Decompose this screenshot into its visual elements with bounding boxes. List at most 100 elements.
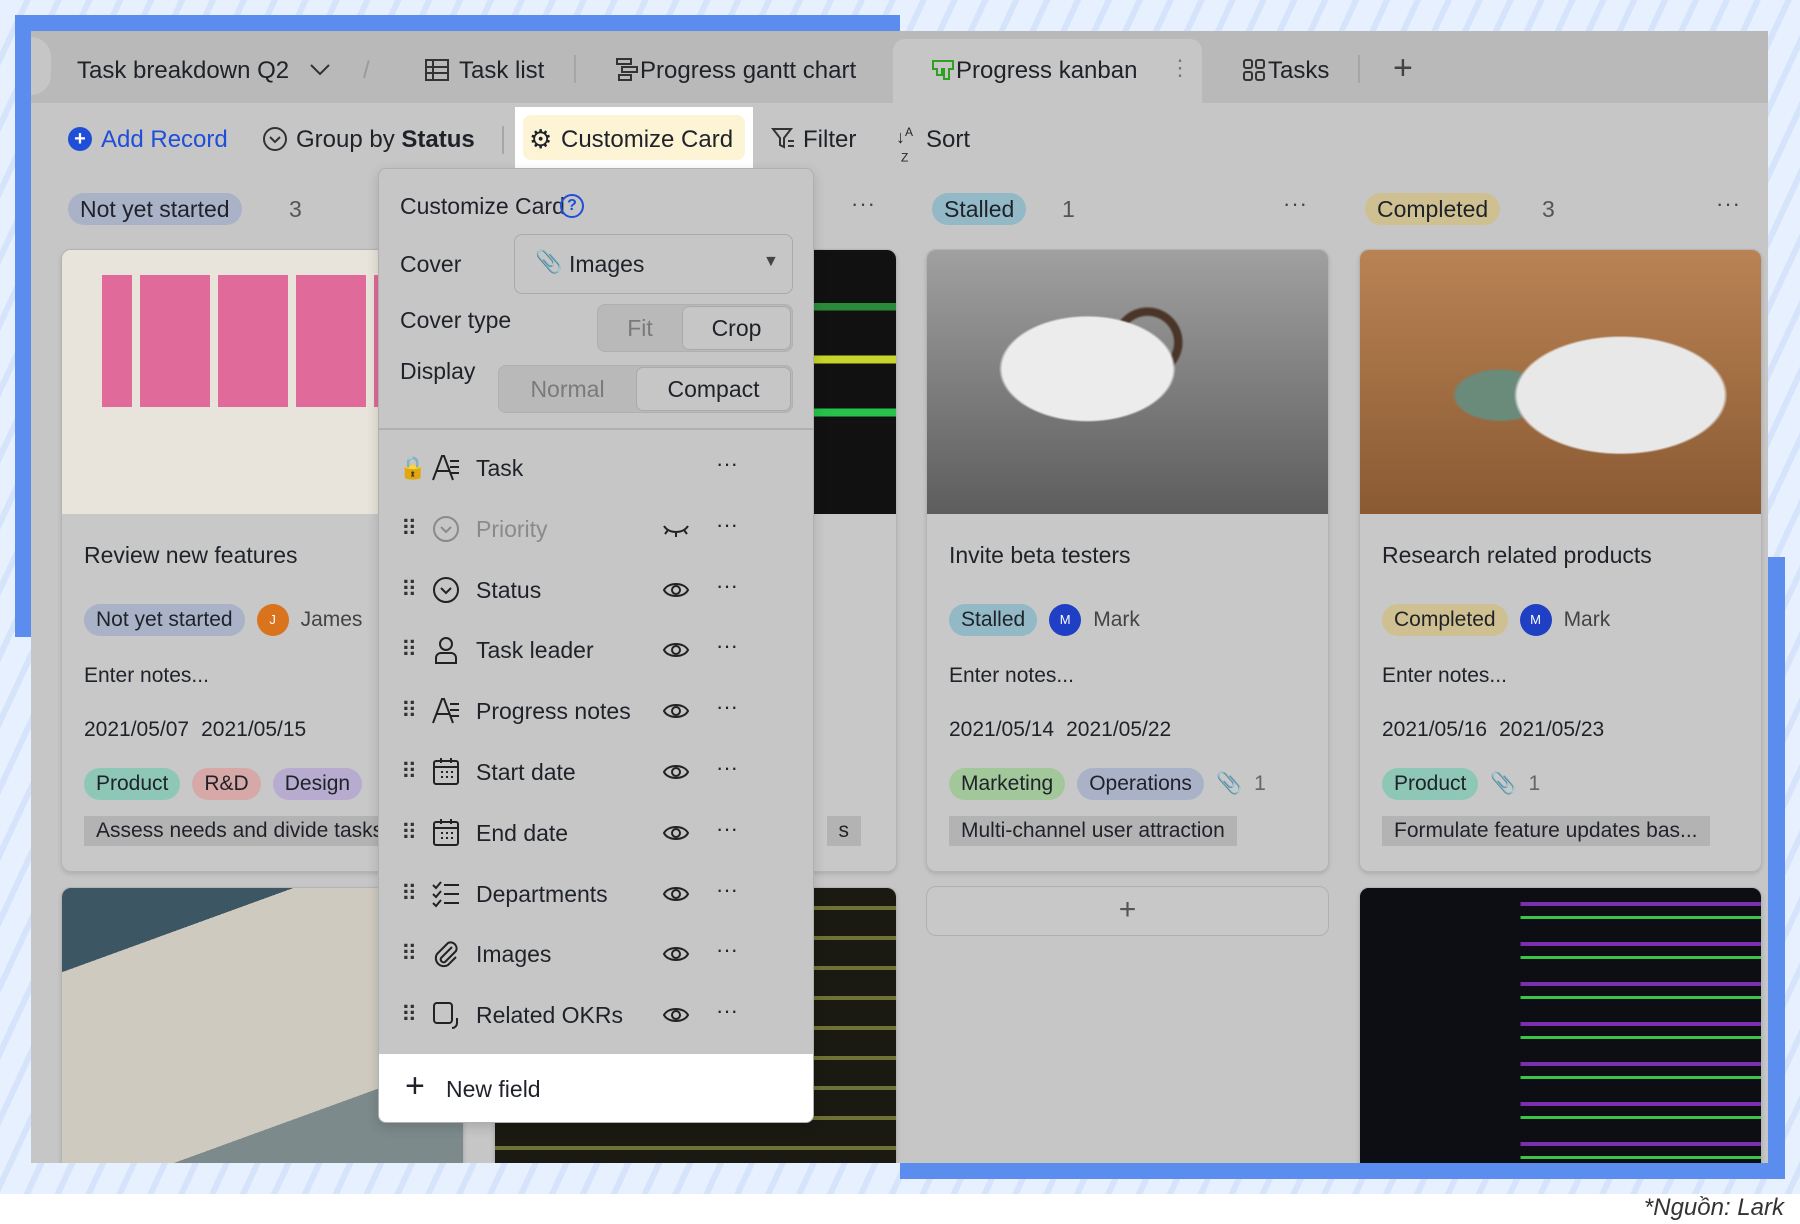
start-date: 2021/05/14 (949, 718, 1055, 741)
field-row[interactable]: ⠿ Progress notes ··· (379, 682, 813, 742)
drag-handle-icon[interactable]: ⠿ (401, 820, 417, 846)
drag-handle-icon[interactable]: ⠿ (401, 941, 417, 967)
card-cover-image (927, 250, 1328, 514)
field-row[interactable]: ⠿ End date ··· (379, 804, 813, 864)
avatar: J (256, 604, 289, 636)
display-normal[interactable]: Normal (499, 366, 636, 412)
attachment-count: 1 (1528, 772, 1541, 795)
drag-handle-icon[interactable]: ⠿ (401, 759, 417, 785)
base-title[interactable]: Task breakdown Q2 (77, 57, 289, 85)
chevron-down-icon[interactable] (309, 63, 331, 77)
kanban-icon (932, 60, 954, 80)
tab-progress-kanban[interactable]: Progress kanban ⋮ (893, 39, 1202, 111)
field-row[interactable]: ⠿ Task leader ··· (379, 621, 813, 681)
cover-type-fit[interactable]: Fit (598, 305, 682, 351)
more-icon[interactable]: ··· (716, 694, 738, 720)
divider (574, 55, 576, 83)
tab-menu-icon[interactable]: ⋮ (1169, 55, 1191, 81)
eye-icon[interactable] (662, 579, 690, 606)
eye-closed-icon[interactable] (663, 518, 689, 545)
more-icon[interactable]: ··· (716, 573, 738, 599)
eye-icon[interactable] (662, 1004, 690, 1031)
more-icon[interactable]: ··· (716, 755, 738, 781)
add-view-button[interactable]: + (1393, 49, 1413, 88)
kanban-card[interactable]: Research related products Completed M Mark… (1359, 249, 1762, 872)
drag-handle-icon[interactable]: ⠿ (401, 698, 417, 724)
attachment-count: 1 (1254, 772, 1266, 795)
add-record-button[interactable]: Add Record (101, 126, 228, 154)
calendar-icon (431, 818, 461, 848)
column-more-icon[interactable]: ··· (851, 191, 876, 217)
tab-progress-gantt-chart[interactable]: Progress gantt chart (640, 57, 856, 85)
filter-button[interactable]: Filter (803, 126, 856, 154)
drag-handle-icon[interactable]: ⠿ (401, 1002, 417, 1028)
cover-label: Cover (400, 251, 462, 277)
eye-icon[interactable] (662, 700, 690, 727)
field-row[interactable]: ⠿ Related OKRs ··· (379, 986, 813, 1046)
kanban-card[interactable] (1359, 887, 1762, 1163)
more-icon[interactable]: ··· (716, 633, 738, 659)
eye-icon[interactable] (662, 639, 690, 666)
more-icon[interactable]: ··· (716, 998, 738, 1024)
status-tag: Stalled (949, 604, 1038, 636)
drag-handle-icon[interactable]: ⠿ (401, 637, 417, 663)
eye-icon[interactable] (662, 761, 690, 788)
gear-icon: ⚙ (529, 124, 553, 154)
field-row[interactable]: 🔒 Task ··· (379, 439, 813, 499)
field-row[interactable]: ⠿ Start date ··· (379, 743, 813, 803)
sidebar-toggle-button[interactable] (31, 37, 51, 95)
column-more-icon[interactable]: ··· (1283, 191, 1308, 217)
avatar: M (1049, 604, 1082, 636)
sort-button[interactable]: Sort (926, 126, 970, 154)
display-toggle: Normal Compact (498, 365, 793, 413)
drag-handle-icon[interactable]: ⠿ (401, 881, 417, 907)
field-row[interactable]: ⠿ Departments ··· (379, 865, 813, 925)
group-by-button[interactable]: Group by Status (296, 126, 475, 154)
customize-card-button[interactable]: Customize Card (561, 126, 733, 154)
field-row[interactable]: ⠿ Priority ··· (379, 500, 813, 560)
help-icon[interactable]: ? (560, 194, 584, 218)
drag-handle-icon[interactable]: ⠿ (401, 577, 417, 603)
field-row[interactable]: ⠿ Images ··· (379, 925, 813, 985)
sort-icon: ↓A Z (896, 125, 914, 165)
source-caption: *Nguồn: Lark (1643, 1194, 1784, 1221)
tab-tasks[interactable]: Tasks (1268, 57, 1329, 85)
divider (1358, 55, 1360, 83)
display-compact[interactable]: Compact (636, 367, 791, 411)
tab-label: Progress kanban (956, 57, 1138, 84)
more-icon[interactable]: ··· (716, 451, 738, 477)
eye-icon[interactable] (662, 943, 690, 970)
display-label: Display (400, 358, 476, 384)
eye-icon[interactable] (662, 822, 690, 849)
eye-icon[interactable] (662, 883, 690, 910)
new-field-button[interactable]: + New field (379, 1054, 813, 1122)
table-icon (425, 59, 449, 81)
panel-title: Customize Card (400, 193, 565, 219)
drag-handle-icon[interactable]: ⠿ (401, 516, 417, 542)
attachment-icon (431, 939, 461, 969)
card-notes: Enter notes... (1382, 664, 1507, 687)
cover-type-crop[interactable]: Crop (682, 306, 791, 350)
add-card-button[interactable]: + (926, 886, 1329, 936)
column-status-pill: Stalled (932, 193, 1027, 225)
more-icon[interactable]: ··· (716, 512, 738, 538)
department-tag: Operations (1077, 768, 1204, 800)
tab-task-list[interactable]: Task list (459, 57, 544, 85)
card-title: Review new features (84, 542, 298, 568)
column-more-icon[interactable]: ··· (1716, 191, 1741, 217)
customize-card-panel: Customize Card ? Cover 📎 Images ▼ Cover … (378, 168, 814, 1123)
field-label: Images (476, 941, 552, 968)
field-row[interactable]: ⠿ Status ··· (379, 561, 813, 621)
cover-type-label: Cover type (400, 307, 512, 333)
kanban-card[interactable]: Invite beta testers Stalled M Mark Enter n… (926, 249, 1329, 872)
breadcrumb-divider: / (363, 57, 370, 84)
column-status-pill: Completed (1365, 193, 1501, 225)
column-count: 1 (1062, 196, 1075, 222)
more-icon[interactable]: ··· (716, 937, 738, 963)
more-icon[interactable]: ··· (716, 816, 738, 842)
text-icon (431, 696, 461, 726)
more-icon[interactable]: ··· (716, 877, 738, 903)
card-title: Research related products (1382, 542, 1652, 568)
department-tag: Product (1382, 768, 1479, 800)
cover-select[interactable]: 📎 Images ▼ (514, 234, 793, 294)
